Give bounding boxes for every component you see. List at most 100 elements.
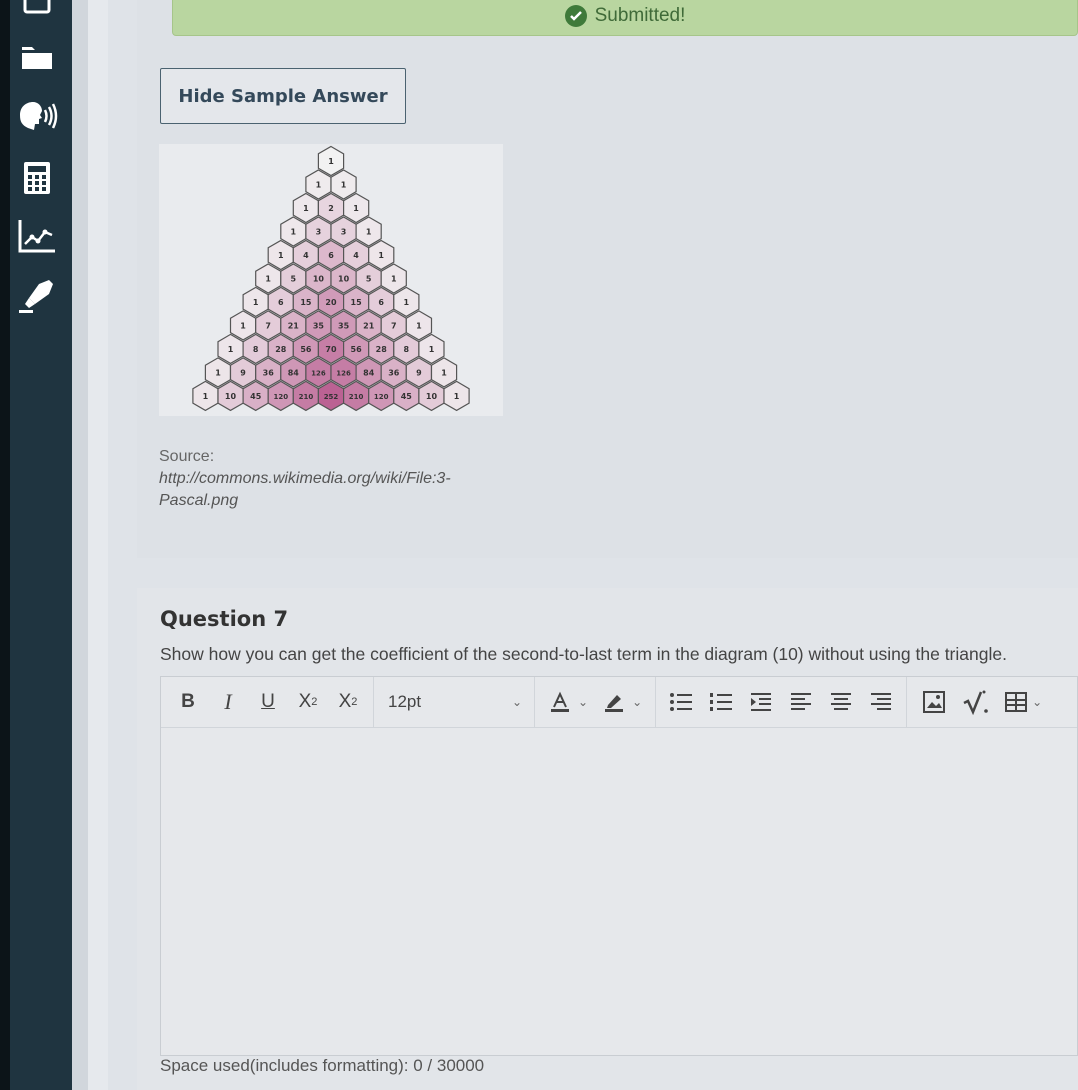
box-icon: [23, 0, 51, 14]
pascal-hex-label: 1: [404, 298, 410, 307]
font-size-select[interactable]: 12pt ⌄: [374, 685, 534, 719]
pascal-hex-label: 1: [429, 345, 435, 354]
tool-calculator[interactable]: [14, 158, 60, 198]
insert-image-button[interactable]: [917, 685, 951, 719]
superscript-button[interactable]: X2: [291, 685, 325, 719]
pascal-triangle: 11 11 2 11 3 3 11 4 6 4 11 5 10 10 5 11 6 15 20 15 6 11 7 21 35 3…: [192, 145, 470, 412]
pascal-hex-label: 10: [225, 392, 237, 401]
tool-text-to-speech[interactable]: [14, 96, 60, 136]
underline-button[interactable]: U: [251, 685, 285, 719]
pascal-hex-label: 56: [300, 345, 312, 354]
tool-highlighter[interactable]: [14, 276, 60, 316]
pascal-hex-label: 6: [278, 298, 284, 307]
pascal-hex-label: 5: [291, 275, 297, 284]
pascal-hex-label: 1: [203, 392, 209, 401]
text-color-icon: [551, 691, 569, 712]
pascal-hex-label: 4: [303, 251, 309, 260]
paragraph-group: [656, 677, 908, 727]
tool-unknown-top[interactable]: [14, 0, 60, 26]
subscript-button[interactable]: X2: [331, 685, 365, 719]
indent-button[interactable]: [744, 685, 778, 719]
text-color-button[interactable]: ⌄: [545, 685, 591, 719]
pascal-hex-label: 1: [454, 392, 460, 401]
editor-toolbar: B I U X2 X2 12pt ⌄ ⌄ ⌄ ⌄: [161, 677, 1077, 728]
pascal-hex-label: 28: [376, 345, 388, 354]
question-text: Show how you can get the coefficient of …: [160, 644, 1007, 664]
bullet-list-icon: [670, 693, 693, 711]
align-center-button[interactable]: [824, 685, 858, 719]
pascal-hex-label: 45: [250, 392, 262, 401]
gutter-shade: [72, 0, 88, 1090]
bullet-list-button[interactable]: [664, 685, 698, 719]
pascal-hex-label: 210: [349, 393, 364, 401]
pascal-hex-label: 5: [366, 275, 372, 284]
pascal-hex-label: 4: [353, 251, 359, 260]
numbered-list-button[interactable]: [704, 685, 738, 719]
pascal-hex-label: 56: [351, 345, 363, 354]
font-size-value: 12pt: [388, 692, 422, 711]
insert-table-button[interactable]: ⌄: [1001, 685, 1045, 719]
pascal-hex-label: 36: [263, 368, 275, 377]
pascal-hex-label: 45: [401, 392, 413, 401]
folder-icon: [22, 47, 52, 69]
pascal-hex-label: 8: [404, 345, 410, 354]
align-right-button[interactable]: [864, 685, 898, 719]
tool-folder[interactable]: [14, 36, 60, 76]
pascal-hex-label: 70: [325, 345, 337, 354]
pascal-hex-label: 1: [316, 181, 322, 190]
highlighter-icon: [19, 280, 53, 313]
answer-text-area[interactable]: [161, 728, 1077, 1055]
speaker-head-icon: [20, 102, 58, 130]
image-source: Source: http://commons.wikimedia.org/wik…: [159, 446, 519, 512]
image-icon: [923, 691, 946, 713]
superscript-mark: 2: [311, 696, 318, 708]
pascal-hex-label: 252: [324, 393, 339, 401]
highlight-color-button[interactable]: ⌄: [599, 685, 645, 719]
answer-editor: B I U X2 X2 12pt ⌄ ⌄ ⌄ ⌄: [160, 676, 1078, 1056]
pascal-hex-label: 120: [374, 393, 389, 401]
sidebar-edge: [0, 0, 10, 1090]
pascal-hex-label: 10: [313, 275, 325, 284]
pascal-hex-label: 20: [325, 298, 337, 307]
hide-sample-answer-button[interactable]: Hide Sample Answer: [160, 68, 406, 124]
source-url-line1: http://commons.wikimedia.org/wiki/File:3…: [159, 470, 451, 487]
pascal-hex-label: 126: [311, 369, 326, 377]
submitted-banner: Submitted!: [172, 0, 1078, 36]
pascal-hex-label: 7: [265, 321, 271, 330]
format-group: B I U X2 X2: [161, 677, 374, 727]
square-root-icon: [963, 690, 988, 715]
pascal-hex-label: 9: [416, 368, 422, 377]
tool-graph[interactable]: [14, 216, 60, 256]
chevron-down-icon: ⌄: [578, 695, 589, 709]
pascal-hex-label: 1: [215, 368, 221, 377]
pascal-hex-label: 21: [288, 321, 300, 330]
pascal-hex-label: 35: [338, 321, 350, 330]
align-center-icon: [831, 693, 852, 710]
chevron-down-icon: ⌄: [1032, 695, 1043, 709]
source-url[interactable]: http://commons.wikimedia.org/wiki/File:3…: [159, 468, 519, 512]
pascal-hex-label: 1: [416, 321, 422, 330]
align-left-button[interactable]: [784, 685, 818, 719]
space-used-counter: Space used(includes formatting): 0 / 300…: [160, 1056, 485, 1075]
pascal-hex-label: 84: [288, 368, 300, 377]
highlight-pen-icon: [605, 695, 624, 712]
pascal-hex-label: 84: [363, 368, 375, 377]
source-url-line2: Pascal.png: [159, 492, 239, 509]
align-left-icon: [791, 693, 812, 710]
pascal-hex-label: 21: [363, 321, 375, 330]
bold-button[interactable]: B: [171, 685, 205, 719]
pascal-hex-label: 8: [253, 345, 259, 354]
insert-math-button[interactable]: [959, 685, 993, 719]
pascal-hex-label: 10: [426, 392, 438, 401]
chevron-down-icon: ⌄: [632, 695, 643, 709]
submitted-text: Submitted!: [594, 5, 686, 26]
pascal-hex-label: 1: [391, 275, 397, 284]
pascal-hex-label: 15: [300, 298, 312, 307]
pascal-hex-label: 1: [240, 321, 246, 330]
pascal-hex-label: 9: [240, 368, 246, 377]
table-icon: [1005, 692, 1028, 712]
pascal-hex-label: 15: [351, 298, 363, 307]
italic-button[interactable]: I: [211, 685, 245, 719]
pascal-hex-label: 36: [388, 368, 400, 377]
check-circle-icon: [564, 5, 587, 27]
